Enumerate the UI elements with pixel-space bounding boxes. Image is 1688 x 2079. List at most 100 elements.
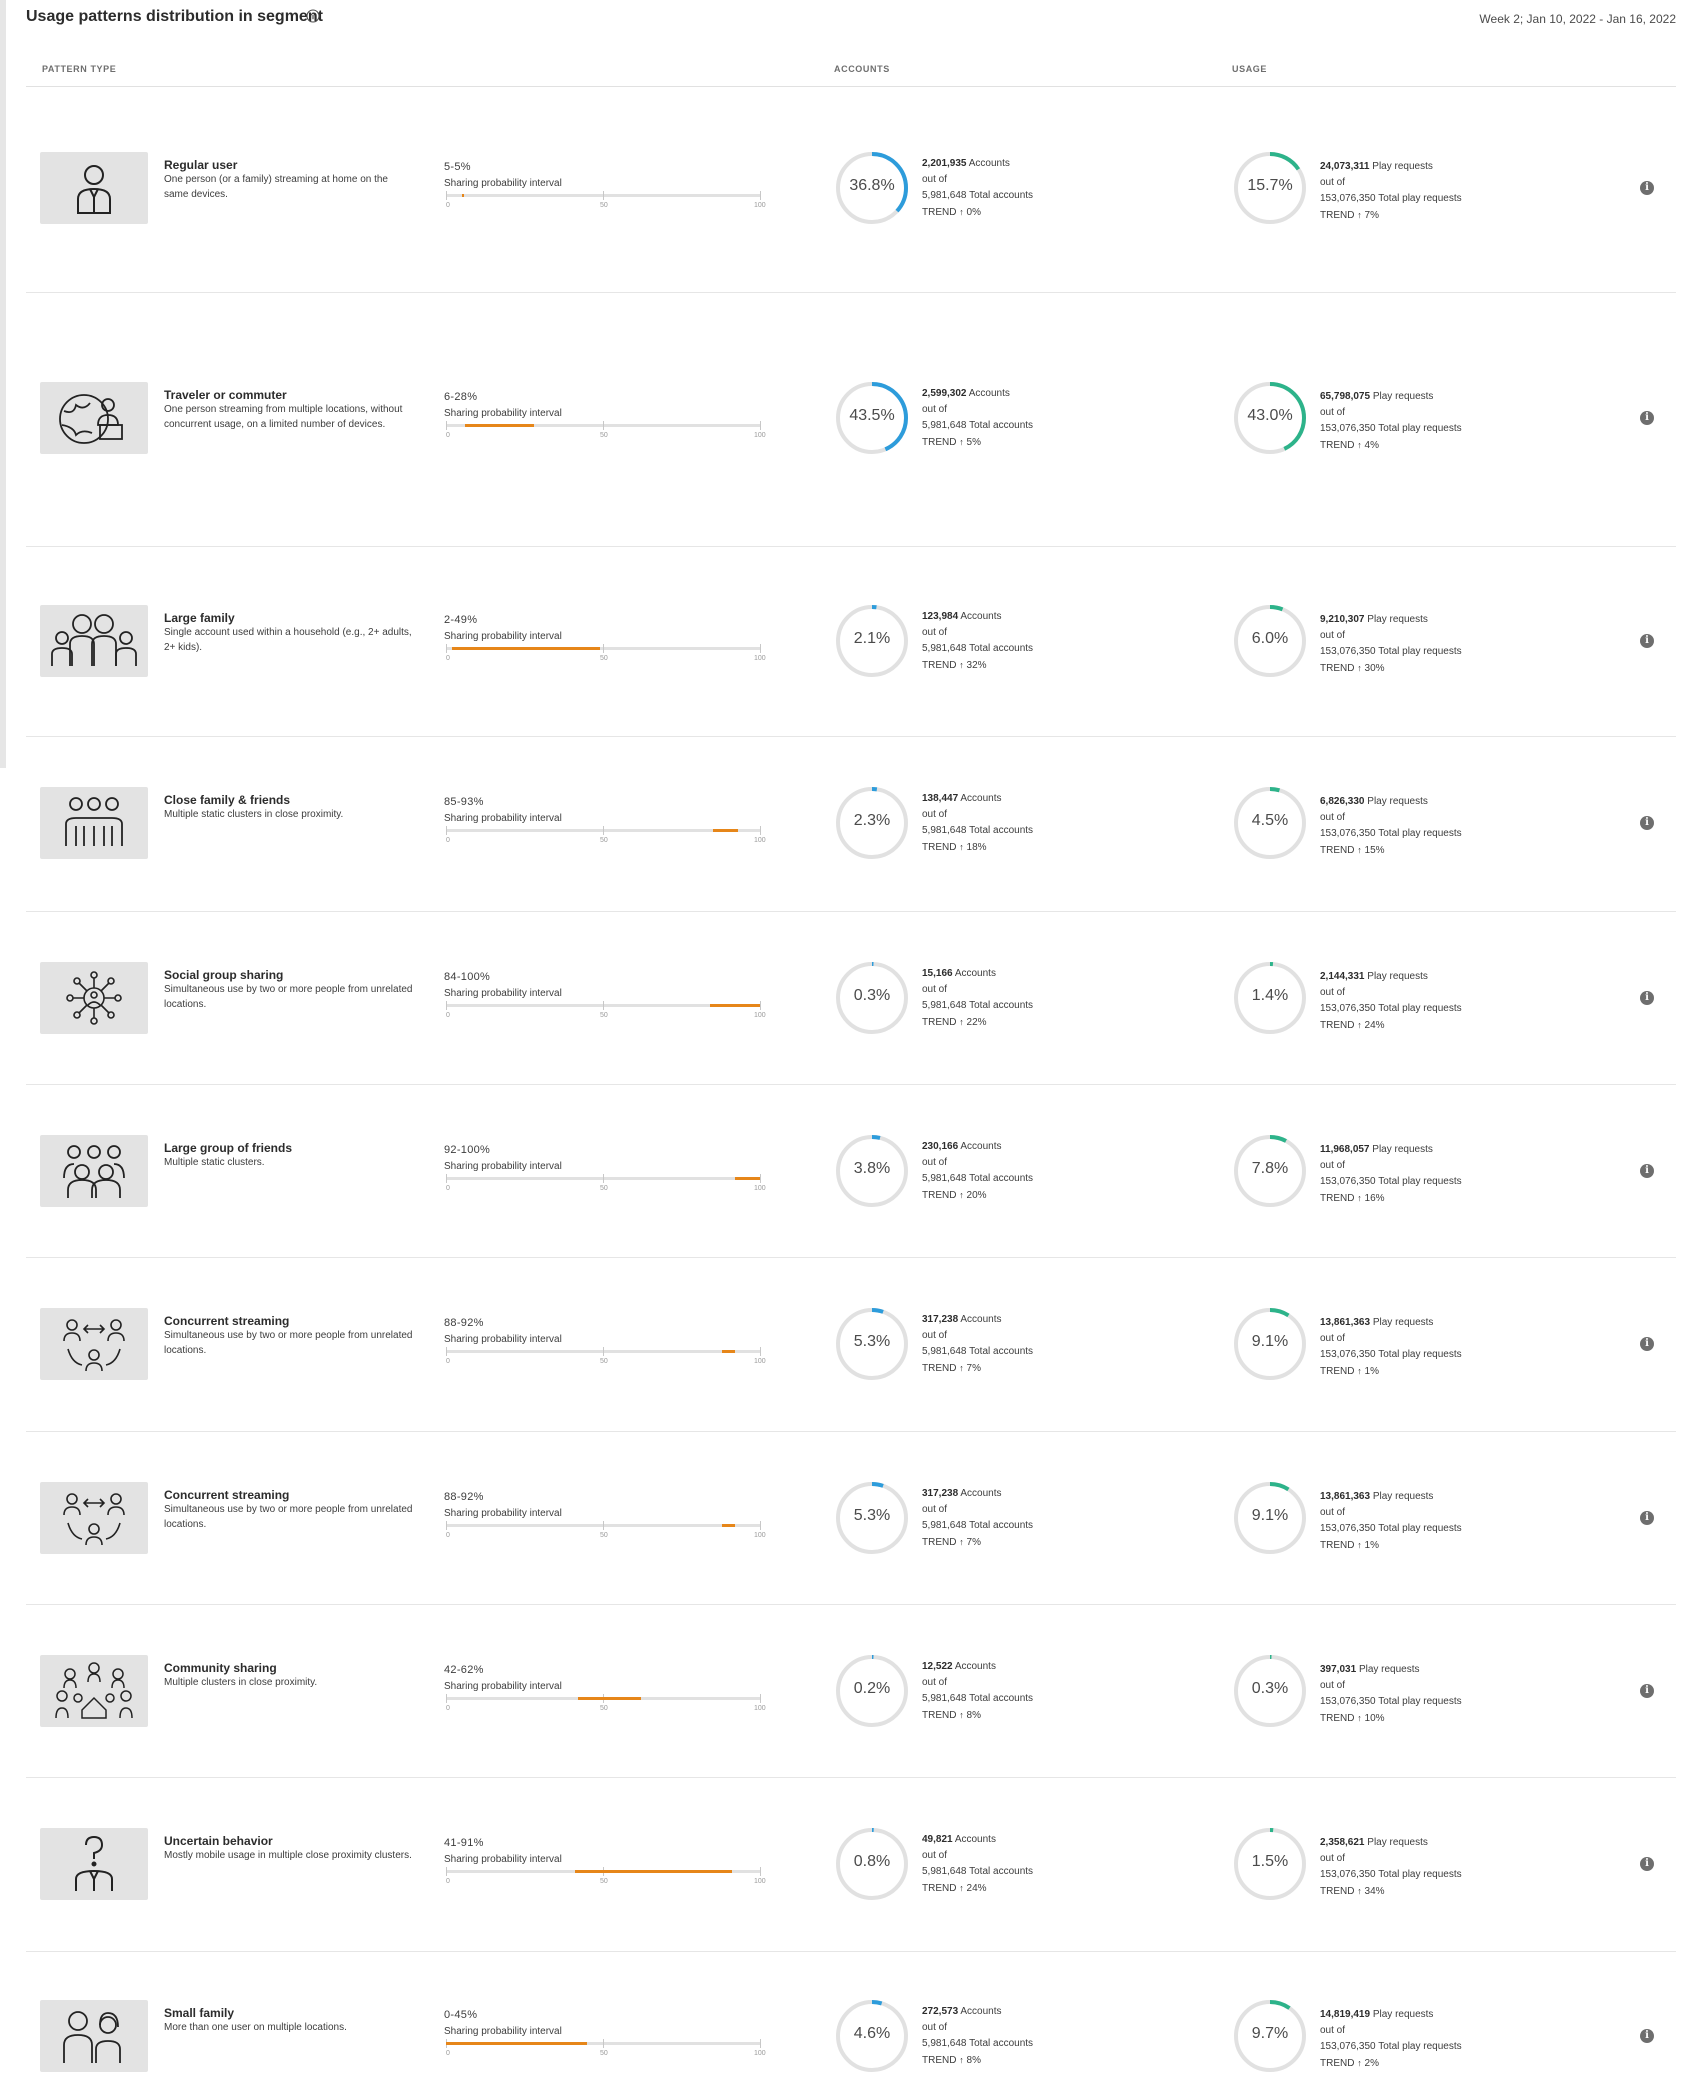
usage-stats-total: 153,076,350 [1320, 2041, 1376, 2052]
accounts-stats-trend-line: TREND ↑ 8% [922, 1707, 1033, 1724]
usage-stats-total: 153,076,350 [1320, 193, 1376, 204]
pattern-row: Close family & friends Multiple static cl… [0, 737, 1688, 912]
sharing-range-label: Sharing probability interval [444, 408, 562, 419]
usage-stats-total-line: 153,076,350 Total play requests [1320, 1001, 1462, 1017]
accounts-donut-percent: 4.6% [853, 2025, 891, 2042]
pattern-row: Community sharing Multiple clusters in cl… [0, 1605, 1688, 1778]
trend-up-arrow-icon: ↑ [959, 1190, 964, 1200]
accounts-stats-count-line: 15,166 Accounts [922, 966, 1033, 982]
usage-stats-total: 153,076,350 [1320, 828, 1376, 839]
accounts-stats-trend-line: TREND ↑ 7% [922, 1534, 1033, 1551]
accounts-stats-count-suffix: Accounts [954, 1834, 996, 1845]
accounts-stats: 317,238 Accounts out of 5,981,648 Total ac… [922, 1312, 1033, 1377]
accounts-stats-count: 230,166 [922, 1141, 959, 1152]
accounts-stats-trend-label: TREND [922, 437, 957, 448]
bar-tick-label-0: 0 [446, 1358, 450, 1365]
bar-tick-100 [760, 191, 761, 200]
info-icon[interactable]: i [1640, 1857, 1654, 1871]
bar-tick-100 [760, 826, 761, 835]
usage-stats-count: 397,031 [1320, 1664, 1357, 1675]
info-icon[interactable]: i [1640, 1337, 1654, 1351]
accounts-stats-trend-value: 20% [966, 1190, 987, 1201]
info-icon[interactable]: i [1640, 411, 1654, 425]
sharing-range-label: Sharing probability interval [444, 1854, 562, 1865]
usage-stats-trend-label: TREND [1320, 1020, 1355, 1031]
bar-tick-0 [446, 1694, 447, 1703]
sharing-probability-bar [446, 1347, 761, 1356]
usage-stats-total-line: 153,076,350 Total play requests [1320, 1694, 1462, 1710]
accounts-donut: 36.8% [834, 150, 910, 226]
bar-tick-100 [760, 1174, 761, 1183]
accounts-stats-total-suffix: Total accounts [969, 1346, 1034, 1357]
accounts-donut-percent: 2.3% [853, 812, 891, 829]
bar-tick-label-50: 50 [600, 2050, 608, 2057]
small-family-icon [63, 2011, 121, 2063]
accounts-stats-trend-value: 22% [966, 1017, 987, 1028]
page-title: Usage patterns distribution in segment [26, 8, 323, 25]
sharing-range-value: 5-5% [444, 161, 471, 173]
accounts-stats-trend-label: TREND [922, 842, 957, 853]
pattern-description: Simultaneous use by two or more people f… [164, 1330, 413, 1356]
column-header-accounts: ACCOUNTS [834, 64, 890, 74]
info-icon[interactable]: i [1640, 1684, 1654, 1698]
pattern-description: Multiple static clusters in close proxim… [164, 809, 344, 820]
usage-stats-total-line: 153,076,350 Total play requests [1320, 2039, 1462, 2055]
info-icon[interactable]: i [1640, 1511, 1654, 1525]
bar-tick-label-0: 0 [446, 837, 450, 844]
accounts-stats-trend-line: TREND ↑ 0% [922, 204, 1033, 221]
pattern-thumbnail [40, 382, 148, 454]
info-outline-icon[interactable] [306, 9, 320, 23]
accounts-stats-total: 5,981,648 [922, 420, 967, 431]
accounts-donut: 0.8% [834, 1826, 910, 1902]
info-icon[interactable]: i [1640, 181, 1654, 195]
accounts-stats-total: 5,981,648 [922, 1000, 967, 1011]
column-header-pattern-type: PATTERN TYPE [42, 64, 117, 74]
sharing-probability-fill [734, 1177, 760, 1180]
accounts-stats-total-suffix: Total accounts [969, 1693, 1034, 1704]
accounts-stats-total-line: 5,981,648 Total accounts [922, 1864, 1033, 1880]
sharing-range-label: Sharing probability interval [444, 988, 562, 999]
accounts-stats-total-suffix: Total accounts [969, 1520, 1034, 1531]
pattern-title: Small family [164, 2006, 235, 2020]
usage-stats-total: 153,076,350 [1320, 1003, 1376, 1014]
accounts-stats-count: 15,166 [922, 968, 953, 979]
sharing-range-label: Sharing probability interval [444, 178, 562, 189]
usage-donut-percent: 7.8% [1251, 1160, 1289, 1177]
usage-stats: 65,798,075 Play requests out of 153,076,35… [1320, 389, 1462, 454]
usage-donut: 9.1% [1232, 1306, 1308, 1382]
bar-tick-label-100: 100 [754, 1878, 766, 1885]
bar-tick-100 [760, 644, 761, 653]
info-icon[interactable]: i [1640, 816, 1654, 830]
accounts-stats-count: 272,573 [922, 2006, 959, 2017]
bar-tick-label-100: 100 [754, 202, 766, 209]
bar-tick-label-0: 0 [446, 432, 450, 439]
usage-stats-count-suffix: Play requests [1358, 1664, 1420, 1675]
pattern-description: One person (or a family) streaming at ho… [164, 174, 388, 200]
bar-tick-label-100: 100 [754, 2050, 766, 2057]
usage-stats-total-suffix: Total play requests [1378, 1696, 1462, 1707]
community-icon [55, 1662, 133, 1719]
concurrent-streaming-icon [63, 1319, 125, 1372]
usage-stats: 2,144,331 Play requests out of 153,076,350… [1320, 969, 1462, 1034]
trend-up-arrow-icon: ↑ [959, 1017, 964, 1027]
trend-up-arrow-icon: ↑ [959, 1537, 964, 1547]
sharing-range-value: 85-93% [444, 796, 484, 808]
accounts-stats-count: 123,984 [922, 611, 959, 622]
pattern-row: Large family Single account used within a… [0, 547, 1688, 737]
usage-stats-trend-value: 34% [1364, 1886, 1385, 1897]
info-icon[interactable]: i [1640, 1164, 1654, 1178]
pattern-thumbnail [40, 1482, 148, 1554]
info-icon[interactable]: i [1640, 634, 1654, 648]
pattern-description: Single account used within a household (… [164, 627, 412, 653]
info-icon[interactable]: i [1640, 2029, 1654, 2043]
info-icon[interactable]: i [1640, 991, 1654, 1005]
accounts-stats-total-line: 5,981,648 Total accounts [922, 1171, 1033, 1187]
usage-stats-count: 9,210,307 [1320, 614, 1365, 625]
accounts-stats-count-suffix: Accounts [954, 1661, 996, 1672]
sharing-range-value: 41-91% [444, 1837, 484, 1849]
sharing-probability-fill [722, 1524, 735, 1527]
accounts-stats-out-of: out of [922, 984, 948, 995]
accounts-donut: 5.3% [834, 1480, 910, 1556]
usage-stats-trend-line: TREND ↑ 2% [1320, 2055, 1462, 2072]
accounts-donut: 2.3% [834, 785, 910, 861]
